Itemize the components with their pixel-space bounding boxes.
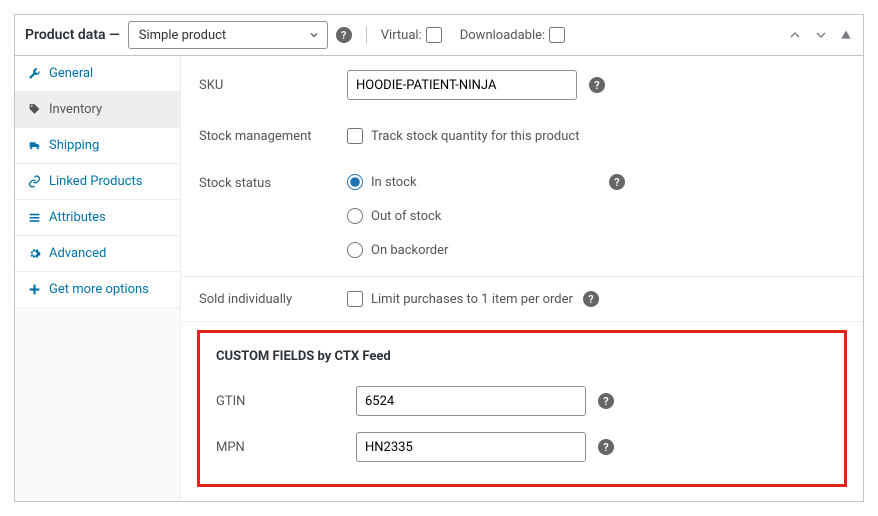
product-type-select-wrap: Simple product [128, 21, 328, 49]
stock-status-label: Stock status [199, 174, 347, 191]
help-icon[interactable]: ? [598, 393, 614, 409]
wrench-icon [27, 67, 41, 80]
virtual-toggle[interactable]: Virtual: [381, 27, 442, 43]
help-icon[interactable]: ? [609, 174, 625, 190]
sold-individually-row: Sold individually Limit purchases to 1 i… [181, 277, 863, 322]
panel-body: General Inventory Shipping Linked Produc… [15, 56, 863, 501]
track-stock-label: Track stock quantity for this product [371, 129, 579, 144]
gtin-input[interactable] [356, 386, 586, 416]
downloadable-checkbox[interactable] [549, 27, 565, 43]
mpn-input[interactable] [356, 432, 586, 462]
sku-row: SKU ? [181, 56, 863, 114]
track-stock-checkbox[interactable] [347, 128, 363, 144]
chevron-up-icon[interactable] [787, 27, 803, 43]
sidebar-item-label: Advanced [49, 246, 106, 261]
downloadable-label: Downloadable: [460, 28, 545, 43]
custom-fields-title: CUSTOM FIELDS by CTX Feed [208, 345, 836, 378]
gear-icon [27, 247, 41, 260]
panel-header: Product data — Simple product ? Virtual:… [15, 15, 863, 56]
help-icon[interactable]: ? [583, 291, 599, 307]
truck-icon [27, 139, 41, 152]
plus-icon [27, 283, 41, 296]
sidebar-item-label: General [49, 66, 93, 81]
panel-title: Product data — [25, 27, 120, 43]
sidebar-item-get-more-options[interactable]: Get more options [15, 272, 180, 308]
gtin-row: GTIN ? [208, 378, 836, 424]
downloadable-toggle[interactable]: Downloadable: [460, 27, 565, 43]
sku-label: SKU [199, 78, 347, 93]
in-stock-radio[interactable] [347, 174, 363, 190]
sku-input[interactable] [347, 70, 577, 100]
gtin-label: GTIN [216, 394, 356, 409]
content: SKU ? Stock management Track stock quant… [181, 56, 863, 501]
stock-management-label: Stock management [199, 129, 347, 144]
on-backorder-label: On backorder [371, 243, 448, 258]
mpn-row: MPN ? [208, 424, 836, 470]
link-icon [27, 175, 41, 188]
chevron-down-icon[interactable] [813, 27, 829, 43]
product-data-panel: Product data — Simple product ? Virtual:… [14, 14, 864, 502]
sidebar-item-advanced[interactable]: Advanced [15, 236, 180, 272]
panel-header-controls [787, 27, 853, 43]
stock-status-in-stock[interactable]: In stock [347, 174, 448, 190]
separator [366, 26, 367, 44]
out-of-stock-label: Out of stock [371, 209, 441, 224]
sold-individually-checkbox[interactable] [347, 291, 363, 307]
sidebar-item-label: Attributes [49, 210, 106, 225]
sidebar-item-linked-products[interactable]: Linked Products [15, 164, 180, 200]
sold-individually-label: Sold individually [199, 292, 347, 307]
sidebar-item-shipping[interactable]: Shipping [15, 128, 180, 164]
out-of-stock-radio[interactable] [347, 208, 363, 224]
sold-individually-toggle[interactable]: Limit purchases to 1 item per order [347, 291, 573, 307]
custom-fields-box: CUSTOM FIELDS by CTX Feed GTIN ? MPN ? [197, 330, 847, 487]
list-icon [27, 211, 41, 224]
sidebar-item-general[interactable]: General [15, 56, 180, 92]
sidebar-item-label: Get more options [49, 282, 149, 297]
sidebar-item-label: Shipping [49, 138, 99, 153]
collapse-triangle-icon[interactable] [839, 27, 853, 43]
help-icon[interactable]: ? [598, 439, 614, 455]
tag-icon [27, 103, 41, 116]
mpn-label: MPN [216, 440, 356, 455]
sidebar: General Inventory Shipping Linked Produc… [15, 56, 181, 501]
stock-status-row: Stock status In stock Out of stock [181, 158, 863, 277]
on-backorder-radio[interactable] [347, 242, 363, 258]
help-icon[interactable]: ? [336, 27, 352, 43]
sidebar-item-label: Inventory [49, 102, 102, 117]
product-type-select[interactable]: Simple product [128, 21, 328, 49]
stock-status-on-backorder[interactable]: On backorder [347, 242, 448, 258]
track-stock-toggle[interactable]: Track stock quantity for this product [347, 128, 579, 144]
sidebar-item-attributes[interactable]: Attributes [15, 200, 180, 236]
in-stock-label: In stock [371, 175, 417, 190]
virtual-checkbox[interactable] [426, 27, 442, 43]
stock-management-row: Stock management Track stock quantity fo… [181, 114, 863, 158]
sold-individually-checkbox-label: Limit purchases to 1 item per order [371, 292, 573, 307]
stock-status-out-of-stock[interactable]: Out of stock [347, 208, 448, 224]
sidebar-item-inventory[interactable]: Inventory [15, 92, 180, 128]
help-icon[interactable]: ? [589, 77, 605, 93]
sidebar-item-label: Linked Products [49, 174, 142, 189]
virtual-label: Virtual: [381, 28, 422, 43]
